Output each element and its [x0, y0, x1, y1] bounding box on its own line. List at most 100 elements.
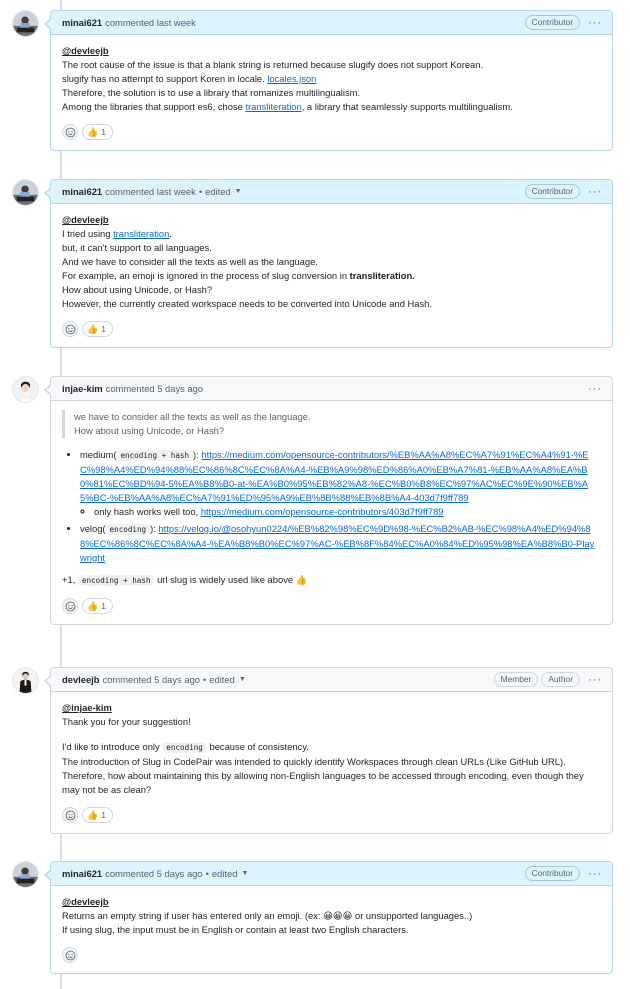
body-line: because of consistency. [206, 741, 309, 752]
comment-verb: commented [105, 17, 155, 28]
author-link[interactable]: injae-kim [62, 383, 103, 394]
inline-code: encoding [105, 524, 151, 535]
more-options-icon[interactable]: ··· [588, 868, 602, 879]
smiley-icon [65, 601, 75, 611]
locales-json-link[interactable]: locales.json [267, 73, 316, 84]
comment-time[interactable]: 5 days ago [154, 674, 200, 685]
caret-down-icon[interactable]: ▼ [235, 188, 242, 195]
body-line: slugify has no attempt to support Koren … [62, 73, 268, 84]
medium-short-link[interactable]: https://medium.com/opensource-contributo… [201, 506, 444, 517]
quote-block: we have to consider all the texts as wel… [62, 410, 601, 438]
avatar-devleejb[interactable] [12, 667, 39, 694]
reactions-bar: 👍 1 [62, 124, 601, 140]
edited-label[interactable]: edited [209, 674, 235, 685]
transliteration-link[interactable]: transliteration [113, 228, 169, 239]
edited-label[interactable]: edited [212, 868, 238, 879]
separator-dot: • [198, 186, 203, 197]
comment-header: injae-kim commented 5 days ago ··· [44, 377, 612, 401]
mention-link[interactable]: @devleejb [62, 896, 109, 907]
thumbs-up-reaction[interactable]: 👍 1 [82, 598, 113, 614]
separator-dot: • [205, 868, 209, 879]
thumbs-up-reaction[interactable]: 👍 1 [82, 124, 113, 140]
avatar-image [13, 377, 38, 402]
author-link[interactable]: devleejb [62, 674, 100, 685]
author-link[interactable]: minai621 [62, 868, 102, 879]
sub-list-item: only hash works well too, https://medium… [94, 505, 601, 519]
smiley-icon [65, 324, 75, 334]
thumbs-up-icon: 👍 [87, 323, 99, 334]
reactions-bar [62, 947, 601, 963]
more-options-icon[interactable]: ··· [588, 383, 602, 394]
body-line: I'd like to introduce only [62, 741, 163, 752]
add-reaction-button[interactable] [62, 807, 78, 823]
badge-contributor: Contributor [524, 866, 580, 881]
comment-header: minai621 commented last week • edited ▼ … [44, 180, 612, 204]
badge-author: Author [541, 672, 580, 687]
avatar-minai621[interactable] [12, 861, 39, 888]
separator-dot: • [203, 674, 207, 685]
add-reaction-button[interactable] [62, 124, 78, 140]
comment-header: devleejb commented 5 days ago • edited ▼… [44, 668, 612, 692]
comment-verb: commented [105, 186, 155, 197]
bold-text: transliteration. [349, 270, 415, 281]
mention-link[interactable]: @devleejb [62, 214, 109, 225]
reactions-bar: 👍 1 [62, 598, 601, 614]
list-item-text: medium( [80, 449, 117, 460]
body-line: If using slug, the input must be in Engl… [62, 924, 409, 935]
quote-line: How about using Unicode, or Hash? [74, 425, 225, 436]
body-line: And we have to consider all the texts as… [62, 256, 318, 267]
add-reaction-button[interactable] [62, 321, 78, 337]
body-line: Thank you for your suggestion! [62, 716, 191, 727]
comment-time[interactable]: 5 days ago [157, 383, 203, 394]
body-line: +1, [62, 574, 78, 585]
inline-code: encoding [162, 742, 207, 753]
more-options-icon[interactable]: ··· [588, 186, 602, 197]
list-item: velog(encoding): https://velog.io/@osohy… [80, 522, 601, 565]
smiley-icon [65, 127, 75, 137]
mention-link[interactable]: @devleejb [62, 45, 109, 56]
mention-link[interactable]: @injae-kim [62, 702, 112, 713]
comment-box: minai621 commented 5 days ago • edited ▼… [44, 861, 613, 974]
comment-time[interactable]: last week [157, 17, 196, 28]
thumbs-up-icon: 👍 [87, 126, 99, 137]
thumbs-up-reaction[interactable]: 👍 1 [82, 807, 113, 823]
comment-box: devleejb commented 5 days ago • edited ▼… [44, 667, 613, 834]
comment-verb: commented [102, 674, 152, 685]
transliteration-link[interactable]: transliteration [245, 101, 301, 112]
avatar-minai621[interactable] [12, 10, 39, 37]
body-line-suffix: , a library that seamlessly supports mul… [301, 101, 513, 112]
avatar-minai621[interactable] [12, 179, 39, 206]
body-line: The introduction of Slug in CodePair was… [62, 756, 566, 767]
comment-body: @injae-kim Thank you for your suggestion… [51, 692, 612, 833]
comment-body: @devleejb The root cause of the issue is… [51, 35, 612, 150]
smiley-icon [65, 950, 75, 960]
quote-line: we have to consider all the texts as wel… [74, 411, 311, 422]
add-reaction-button[interactable] [62, 947, 78, 963]
comment-header: minai621 commented 5 days ago • edited ▼… [44, 862, 612, 886]
comment-body: we have to consider all the texts as wel… [51, 401, 612, 624]
comment-body: @devleejb I tried using transliteration.… [51, 204, 612, 347]
inline-code: encoding + hash [77, 575, 155, 586]
comment-verb: commented [105, 868, 155, 879]
reactions-bar: 👍 1 [62, 807, 601, 823]
thumbs-up-reaction[interactable]: 👍 1 [82, 321, 113, 337]
comment-time[interactable]: last week [157, 186, 196, 197]
caret-down-icon[interactable]: ▼ [239, 676, 246, 683]
comment-box: minai621 commented last week Contributor… [44, 10, 613, 151]
comment-header: minai621 commented last week Contributor… [44, 11, 612, 35]
author-link[interactable]: minai621 [62, 17, 102, 28]
list-item: medium(encoding + hash): https://medium.… [80, 448, 601, 519]
body-line: Therefore, how about maintaining this by… [62, 770, 584, 795]
comment-time[interactable]: 5 days ago [157, 868, 203, 879]
comment-box: injae-kim commented 5 days ago ··· we ha… [44, 376, 613, 625]
edited-label[interactable]: edited [205, 186, 231, 197]
velog-article-link[interactable]: https://velog.io/@osohyun0224/%EB%82%98%… [80, 523, 594, 563]
more-options-icon[interactable]: ··· [588, 17, 602, 28]
add-reaction-button[interactable] [62, 598, 78, 614]
badge-member: Member [493, 672, 539, 687]
avatar-injae-kim[interactable] [12, 376, 39, 403]
author-link[interactable]: minai621 [62, 186, 102, 197]
avatar-image [13, 862, 38, 887]
caret-down-icon[interactable]: ▼ [241, 870, 248, 877]
more-options-icon[interactable]: ··· [588, 674, 602, 685]
